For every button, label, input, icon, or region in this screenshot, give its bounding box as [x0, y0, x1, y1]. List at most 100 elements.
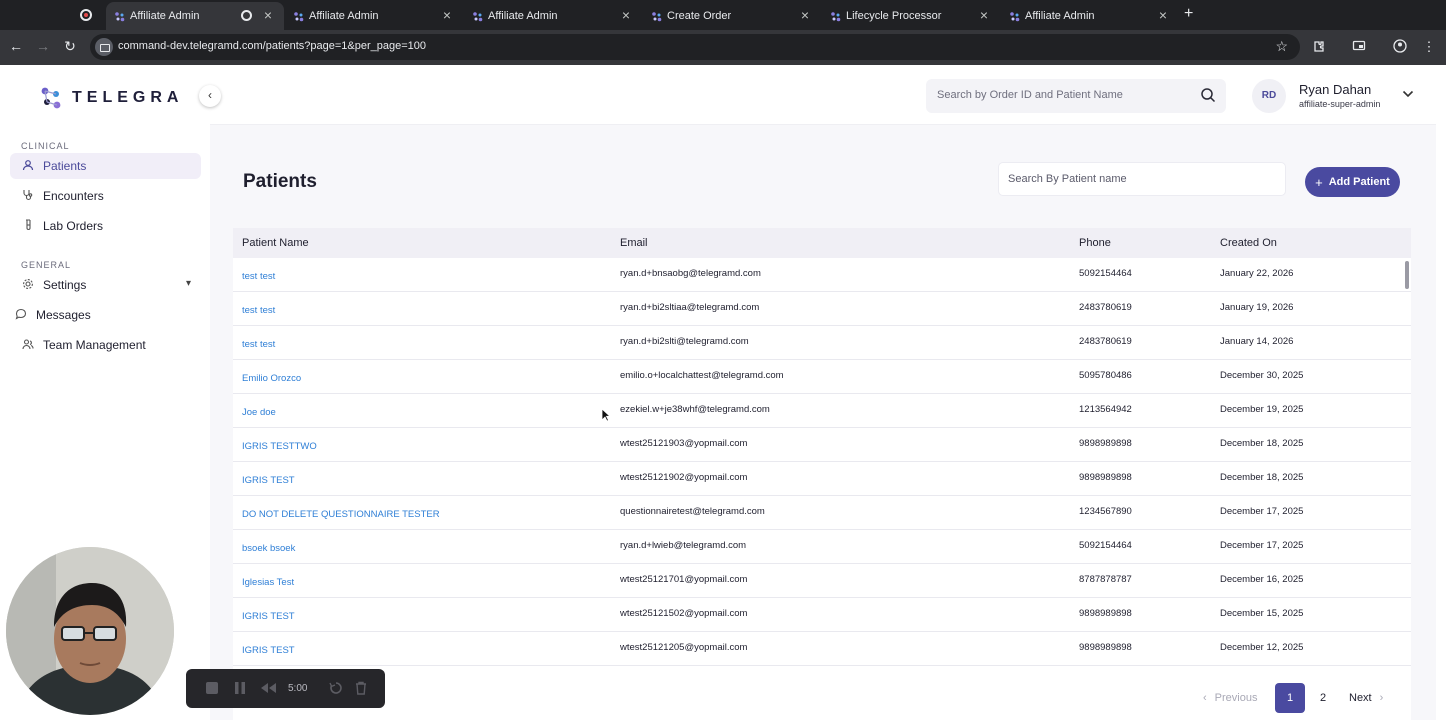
patient-name-link[interactable]: IGRIS TEST: [242, 645, 295, 656]
profile-icon[interactable]: [1392, 39, 1408, 55]
patient-name-link[interactable]: test test: [242, 271, 275, 282]
patient-name-link[interactable]: IGRIS TEST: [242, 611, 295, 622]
close-tab-icon[interactable]: ×: [980, 7, 988, 23]
sidebar-item-team-management[interactable]: Team Management: [10, 332, 201, 358]
close-tab-icon[interactable]: ×: [264, 7, 272, 23]
patient-name-link[interactable]: Joe doe: [242, 407, 276, 418]
previous-page-button[interactable]: ‹ Previous: [1203, 683, 1257, 713]
sidebar-item-label: Team Management: [43, 338, 146, 352]
table-row[interactable]: DO NOT DELETE QUESTIONNAIRE TESTER questi…: [233, 496, 1411, 530]
global-search-box[interactable]: [926, 79, 1226, 113]
address-bar[interactable]: command-dev.telegramd.com/patients?page=…: [90, 34, 1300, 60]
browser-tab[interactable]: Create Order ×: [643, 2, 821, 30]
patient-phone: 8787878787: [1079, 574, 1132, 585]
global-search-input[interactable]: [937, 89, 1187, 101]
patient-created-on: December 18, 2025: [1220, 472, 1304, 483]
table-row[interactable]: test test ryan.d+bnsaobg@telegramd.com 509…: [233, 258, 1411, 292]
back-icon[interactable]: ←: [7, 38, 25, 54]
table-row[interactable]: test test ryan.d+bi2slti@telegramd.com 248…: [233, 326, 1411, 360]
new-tab-button[interactable]: +: [1184, 5, 1193, 23]
table-row[interactable]: Joe doe ezekiel.w+je38whf@telegramd.com 12…: [233, 394, 1411, 428]
browser-menu-icon[interactable]: ⋮: [1421, 39, 1437, 55]
search-icon[interactable]: [1200, 87, 1216, 108]
table-row[interactable]: test test ryan.d+bi2sltiaa@telegramd.com 2…: [233, 292, 1411, 326]
patient-search-input[interactable]: [1008, 173, 1268, 185]
cast-icon[interactable]: [1351, 39, 1367, 55]
next-page-button[interactable]: Next ›: [1349, 683, 1383, 713]
sidebar-item-encounters[interactable]: Encounters: [10, 183, 201, 209]
collapse-sidebar-button[interactable]: ‹: [199, 85, 221, 107]
patient-name-link[interactable]: test test: [242, 305, 275, 316]
patient-created-on: December 18, 2025: [1220, 438, 1304, 449]
patient-phone: 1213564942: [1079, 404, 1132, 415]
browser-tab[interactable]: Affiliate Admin ×: [285, 2, 463, 30]
close-tab-icon[interactable]: ×: [1159, 7, 1167, 23]
sidebar-item-settings[interactable]: Settings ▾: [10, 272, 201, 298]
restart-icon[interactable]: [329, 681, 343, 695]
section-label-clinical: CLINICAL: [21, 141, 70, 151]
table-row[interactable]: IGRIS TESTTWO wtest25121903@yopmail.com 98…: [233, 428, 1411, 462]
table-row[interactable]: Emilio Orozco emilio.o+localchattest@tele…: [233, 360, 1411, 394]
column-header-phone[interactable]: Phone: [1079, 237, 1111, 249]
stop-recording-icon[interactable]: [205, 681, 219, 695]
page-2-button[interactable]: 2: [1315, 683, 1331, 713]
patient-created-on: December 16, 2025: [1220, 574, 1304, 585]
sidebar-item-messages[interactable]: Messages: [3, 302, 194, 328]
patient-name-link[interactable]: IGRIS TEST: [242, 475, 295, 486]
patient-created-on: December 30, 2025: [1220, 370, 1304, 381]
patient-phone: 9898989898: [1079, 608, 1132, 619]
url-text[interactable]: command-dev.telegramd.com/patients?page=…: [118, 40, 426, 52]
table-row[interactable]: IGRIS TEST wtest25121902@yopmail.com 98989…: [233, 462, 1411, 496]
forward-icon[interactable]: →: [34, 38, 52, 54]
recording-timer: 5:00: [288, 683, 308, 694]
screen-recording-icon[interactable]: [80, 9, 92, 21]
close-tab-icon[interactable]: ×: [622, 7, 630, 23]
patient-search-box[interactable]: [998, 162, 1286, 196]
browser-tab[interactable]: Lifecycle Processor ×: [822, 2, 1000, 30]
sidebar-item-patients[interactable]: Patients: [10, 153, 201, 179]
site-info-icon[interactable]: [95, 38, 113, 56]
stethoscope-icon: [21, 189, 35, 203]
table-row[interactable]: Iglesias Test wtest25121701@yopmail.com 87…: [233, 564, 1411, 598]
sidebar-item-lab-orders[interactable]: Lab Orders: [10, 213, 201, 239]
extensions-icon[interactable]: [1311, 39, 1327, 55]
patient-name-link[interactable]: test test: [242, 339, 275, 350]
table-row[interactable]: IGRIS TEST wtest25121502@yopmail.com 98989…: [233, 598, 1411, 632]
patient-name-link[interactable]: Emilio Orozco: [242, 373, 301, 384]
patient-name-link[interactable]: IGRIS TESTTWO: [242, 441, 317, 452]
user-menu-chevron-icon[interactable]: [1402, 87, 1414, 101]
patient-name-link[interactable]: DO NOT DELETE QUESTIONNAIRE TESTER: [242, 509, 440, 520]
brand-name: TELEGRA: [72, 89, 184, 106]
close-tab-icon[interactable]: ×: [801, 7, 809, 23]
add-patient-button[interactable]: + Add Patient: [1305, 167, 1400, 197]
avatar[interactable]: RD: [1252, 79, 1286, 113]
browser-tab[interactable]: Affiliate Admin ×: [1001, 2, 1179, 30]
reload-icon[interactable]: ↻: [61, 38, 79, 55]
patient-name-link[interactable]: Iglesias Test: [242, 577, 294, 588]
page-1-button[interactable]: 1: [1275, 683, 1305, 713]
close-tab-icon[interactable]: ×: [443, 7, 451, 23]
rewind-icon[interactable]: [259, 681, 277, 695]
trash-icon[interactable]: [354, 681, 368, 695]
patient-phone: 1234567890: [1079, 506, 1132, 517]
patient-name-link[interactable]: bsoek bsoek: [242, 543, 295, 554]
pause-icon[interactable]: [233, 681, 247, 695]
column-header-patient-name[interactable]: Patient Name: [242, 237, 309, 249]
patient-phone: 2483780619: [1079, 302, 1132, 313]
telegra-logo[interactable]: TELEGRA: [38, 85, 183, 111]
column-header-email[interactable]: Email: [620, 237, 648, 249]
table-row[interactable]: IGRIS TEST wtest25121205@yopmail.com 98989…: [233, 632, 1411, 666]
browser-toolbar: ← → ↻ command-dev.telegramd.com/patients…: [0, 30, 1446, 65]
browser-tab[interactable]: Affiliate Admin ×: [106, 2, 284, 30]
column-header-created-on[interactable]: Created On: [1220, 237, 1277, 249]
table-row[interactable]: bsoek bsoek ryan.d+lwieb@telegramd.com 509…: [233, 530, 1411, 564]
patient-email: ezekiel.w+je38whf@telegramd.com: [620, 404, 770, 415]
webcam-overlay[interactable]: [6, 547, 174, 715]
bookmark-star-icon[interactable]: ☆: [1275, 38, 1288, 55]
browser-tab[interactable]: Affiliate Admin ×: [464, 2, 642, 30]
add-patient-label: Add Patient: [1328, 176, 1390, 188]
chevron-left-icon: ‹: [1203, 692, 1207, 704]
table-scrollbar[interactable]: [1405, 261, 1409, 289]
patient-phone: 9898989898: [1079, 642, 1132, 653]
chevron-down-icon[interactable]: ▾: [186, 278, 191, 289]
